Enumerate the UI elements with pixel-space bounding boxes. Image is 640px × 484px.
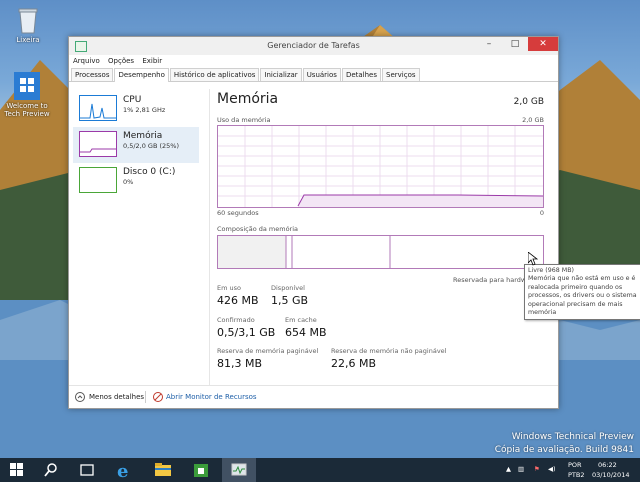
tooltip-line: Memória que não está em uso e é — [528, 275, 636, 283]
memory-total: 2,0 GB — [513, 97, 544, 107]
pane-divider — [209, 89, 210, 386]
sidebar-item-memoria[interactable]: Memória 0,5/2,0 GB (25%) — [73, 127, 199, 163]
tab-inicializar[interactable]: Inicializar — [260, 68, 302, 81]
in-use-value: 426 MB — [217, 294, 259, 307]
recycle-bin-icon — [15, 6, 41, 34]
footer-separator — [145, 391, 146, 403]
tooltip-line: processos, os drivers ou o sistema — [528, 292, 637, 300]
menu-arquivo[interactable]: Arquivo — [73, 55, 100, 67]
desktop-icon-recycle-bin[interactable]: Lixeira — [6, 6, 50, 44]
menu-exibir[interactable]: Exibir — [142, 55, 162, 67]
network-icon[interactable]: ▥ — [518, 465, 524, 473]
usage-graph-label: Uso da memória — [217, 116, 271, 124]
tab-processos[interactable]: Processos — [71, 68, 114, 81]
sidebar-item-label: Disco 0 (C:) — [123, 167, 176, 177]
less-details-link[interactable]: Menos detalhes — [89, 393, 144, 401]
sidebar-item-detail: 0% — [123, 178, 134, 186]
sidebar-item-detail: 0,5/2,0 GB (25%) — [123, 142, 180, 150]
tab-historico[interactable]: Histórico de aplicativos — [169, 68, 260, 81]
internet-explorer-button[interactable]: e — [108, 458, 142, 482]
graph-time-left: 60 segundos — [217, 209, 259, 217]
store-button[interactable] — [184, 458, 218, 482]
task-manager-taskbar-button[interactable] — [222, 458, 256, 482]
free-memory-tooltip: Livre (968 MB) Memória que não está em u… — [524, 264, 640, 321]
nonpaged-pool-value: 22,6 MB — [331, 357, 377, 370]
tab-usuarios[interactable]: Usuários — [302, 68, 341, 81]
watermark-line1: Windows Technical Preview — [511, 432, 634, 442]
tab-detalhes[interactable]: Detalhes — [341, 68, 382, 81]
watermark-line2: Cópia de avaliação. Build 9841 — [494, 445, 634, 455]
volume-icon[interactable]: ◀) — [548, 465, 556, 473]
sidebar-item-label: CPU — [123, 95, 142, 105]
windows-logo-icon — [14, 72, 40, 100]
cached-label: Em cache — [285, 316, 317, 324]
desktop-icon-label: Lixeira — [16, 36, 40, 44]
tray-overflow-icon[interactable]: ▲ — [506, 465, 511, 473]
title-bar[interactable]: Gerenciador de Tarefas – □ ✕ — [69, 37, 558, 55]
windows-logo-icon — [10, 463, 23, 476]
resource-monitor-icon — [153, 392, 163, 404]
graph-time-right: 0 — [539, 209, 544, 217]
window-footer: Menos detalhes Abrir Monitor de Recursos — [69, 385, 558, 408]
tab-strip: Processos Desempenho Histórico de aplica… — [69, 67, 558, 82]
tooltip-line: memória — [528, 309, 557, 317]
desktop-icon-label: Welcome to Tech Preview — [4, 102, 50, 118]
mouse-cursor-icon — [527, 251, 539, 268]
sidebar-item-disco[interactable]: Disco 0 (C:) 0% — [73, 163, 199, 199]
nonpaged-pool-label: Reserva de memória não paginável — [331, 347, 447, 355]
search-button[interactable] — [34, 458, 68, 482]
clock-date[interactable]: 03/10/2014 — [592, 471, 629, 479]
resource-sidebar: CPU 1% 2,81 GHz Memória 0,5/2,0 GB (25%)… — [73, 91, 199, 199]
tooltip-line: realocada primeiro quando os — [528, 283, 623, 291]
task-view-button[interactable] — [70, 458, 104, 482]
search-icon — [44, 463, 57, 477]
open-resource-monitor-link[interactable]: Abrir Monitor de Recursos — [166, 393, 257, 401]
composition-label: Composição da memória — [217, 225, 299, 233]
desktop-icon-welcome[interactable]: Welcome to Tech Preview — [2, 72, 52, 118]
available-label: Disponível — [271, 284, 305, 292]
svg-text:e: e — [117, 461, 128, 482]
clock-time[interactable]: 06:22 — [598, 461, 617, 469]
start-button[interactable] — [0, 458, 34, 482]
action-center-icon[interactable]: ⚑ — [534, 465, 540, 473]
minimize-button[interactable]: – — [476, 37, 502, 51]
language-secondary[interactable]: PTB2 — [568, 471, 585, 479]
file-explorer-button[interactable] — [146, 458, 180, 482]
task-manager-icon — [231, 463, 247, 476]
available-value: 1,5 GB — [271, 294, 309, 307]
memory-usage-graph — [217, 125, 544, 208]
internet-explorer-icon: e — [117, 461, 128, 482]
tooltip-line: operacional precisam de mais — [528, 300, 623, 308]
reserved-hardware-label: Reservada para hardw — [453, 276, 527, 284]
cached-value: 654 MB — [285, 326, 327, 339]
folder-icon — [155, 463, 171, 476]
memory-composition-bar[interactable] — [217, 235, 544, 269]
sidebar-item-detail: 1% 2,81 GHz — [123, 106, 166, 114]
usage-graph-max: 2,0 GB — [522, 116, 544, 124]
paged-pool-value: 81,3 MB — [217, 357, 263, 370]
in-use-label: Em uso — [217, 284, 241, 292]
menu-bar: Arquivo Opções Exibir — [69, 55, 558, 67]
chevron-up-icon[interactable] — [75, 392, 85, 404]
cpu-thumbnail-graph — [79, 95, 117, 121]
committed-value: 0,5/3,1 GB — [217, 326, 276, 339]
maximize-button[interactable]: □ — [502, 37, 528, 51]
taskbar: e ▲ ▥ ⚑ ◀) POR PTB2 06:22 03/10/2014 — [0, 458, 640, 482]
language-primary[interactable]: POR — [568, 461, 582, 469]
tab-desempenho[interactable]: Desempenho — [114, 68, 169, 82]
tab-servicos[interactable]: Serviços — [382, 68, 420, 81]
committed-label: Confirmado — [217, 316, 255, 324]
close-button[interactable]: ✕ — [528, 37, 558, 51]
memory-thumbnail-graph — [79, 131, 117, 157]
menu-opcoes[interactable]: Opções — [108, 55, 134, 67]
page-title: Memória — [217, 91, 279, 107]
performance-pane: CPU 1% 2,81 GHz Memória 0,5/2,0 GB (25%)… — [69, 83, 558, 386]
task-view-icon — [80, 464, 94, 476]
paged-pool-label: Reserva de memória paginável — [217, 347, 319, 355]
sidebar-item-label: Memória — [123, 131, 163, 141]
task-manager-window: Gerenciador de Tarefas – □ ✕ Arquivo Opç… — [68, 36, 559, 409]
store-icon — [194, 464, 208, 477]
disk-thumbnail-graph — [79, 167, 117, 193]
sidebar-item-cpu[interactable]: CPU 1% 2,81 GHz — [73, 91, 199, 127]
